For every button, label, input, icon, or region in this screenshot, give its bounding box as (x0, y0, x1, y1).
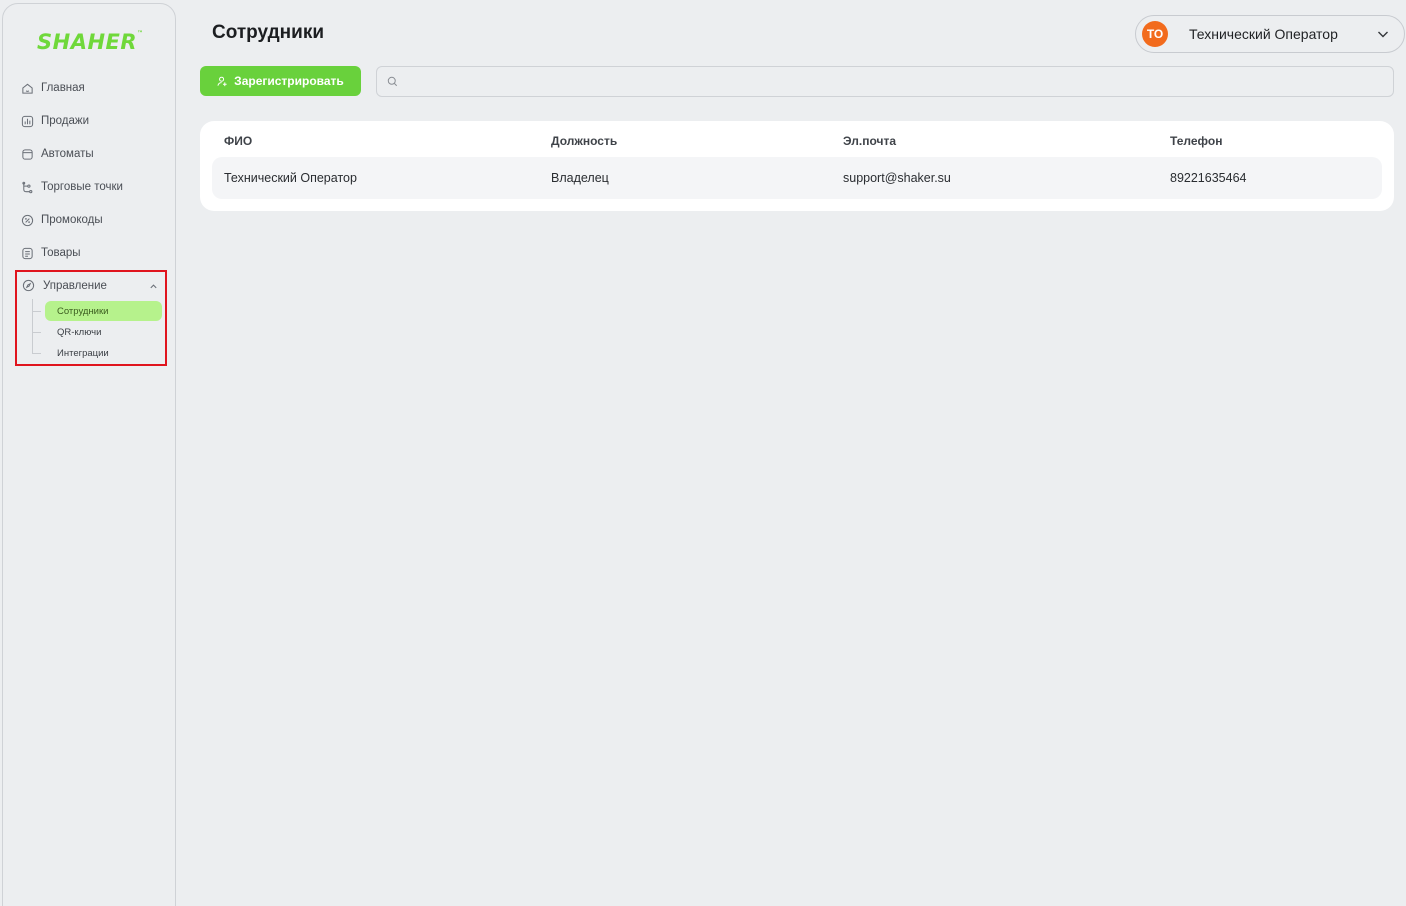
add-user-icon (217, 76, 228, 87)
logo-text: SHAHER (37, 30, 138, 54)
chevron-down-icon (1376, 27, 1390, 41)
sidebar-item-label: Автоматы (41, 148, 94, 160)
tree-tick (32, 311, 41, 312)
tag-icon (20, 213, 34, 227)
sidebar-item-label: Товары (41, 247, 81, 259)
compass-icon (22, 279, 36, 293)
search-bar[interactable] (376, 66, 1394, 97)
logo-tm: ™ (137, 30, 144, 37)
sidebar-item-goods[interactable]: Товары (20, 242, 81, 264)
employees-table: ФИО Должность Эл.почта Телефон Техническ… (200, 121, 1394, 211)
cell-name: Технический Оператор (224, 171, 357, 185)
sidebar-subitem-label: Интеграции (57, 347, 109, 359)
machine-icon (20, 147, 34, 161)
column-header-email[interactable]: Эл.почта (843, 134, 896, 148)
sidebar-subitem-label: QR-ключи (57, 326, 102, 338)
page-title: Сотрудники (212, 22, 325, 43)
sidebar-item-label: Главная (41, 82, 85, 94)
sidebar-subitem-integrations[interactable]: Интеграции (45, 343, 109, 363)
search-input[interactable] (404, 74, 1393, 89)
list-icon (20, 246, 34, 260)
sidebar-subitem-employees[interactable]: Сотрудники (45, 301, 162, 321)
column-header-position[interactable]: Должность (551, 134, 617, 148)
table-row[interactable]: Технический Оператор Владелец support@sh… (212, 157, 1382, 199)
user-menu[interactable]: ТО Технический Оператор (1135, 15, 1405, 53)
chart-icon (20, 114, 34, 128)
tree-line (32, 299, 33, 354)
sidebar-item-machines[interactable]: Автоматы (20, 143, 94, 165)
sidebar-item-points[interactable]: Торговые точки (20, 176, 123, 198)
user-name: Технический Оператор (1189, 26, 1338, 42)
cell-phone: 89221635464 (1170, 171, 1247, 185)
sidebar-item-label: Промокоды (41, 214, 103, 226)
sidebar-subitem-qr-keys[interactable]: QR-ключи (45, 322, 101, 342)
home-icon (20, 81, 34, 95)
column-header-name[interactable]: ФИО (224, 134, 252, 148)
tree-tick (32, 353, 41, 354)
sidebar-item-promocodes[interactable]: Промокоды (20, 209, 103, 231)
search-icon (387, 76, 398, 87)
sidebar: SHAHER™ (2, 3, 176, 906)
sidebar-item-sales[interactable]: Продажи (20, 110, 89, 132)
avatar: ТО (1142, 21, 1168, 47)
sidebar-item-label: Продажи (41, 115, 90, 127)
branch-icon (20, 180, 34, 194)
logo[interactable]: SHAHER™ (37, 30, 144, 54)
sidebar-subitem-label: Сотрудники (57, 305, 109, 317)
cell-position: Владелец (551, 171, 609, 185)
sidebar-item-label: Торговые точки (41, 181, 123, 193)
cell-email: support@shaker.su (843, 171, 951, 185)
register-button[interactable]: Зарегистрировать (200, 66, 361, 96)
sidebar-item-home[interactable]: Главная (20, 77, 85, 99)
chevron-up-icon[interactable] (149, 282, 158, 291)
sidebar-item-management[interactable]: Управление (22, 276, 158, 296)
register-button-label: Зарегистрировать (234, 74, 344, 88)
column-header-phone[interactable]: Телефон (1170, 134, 1222, 148)
sidebar-item-label: Управление (43, 280, 107, 292)
tree-tick (32, 332, 41, 333)
